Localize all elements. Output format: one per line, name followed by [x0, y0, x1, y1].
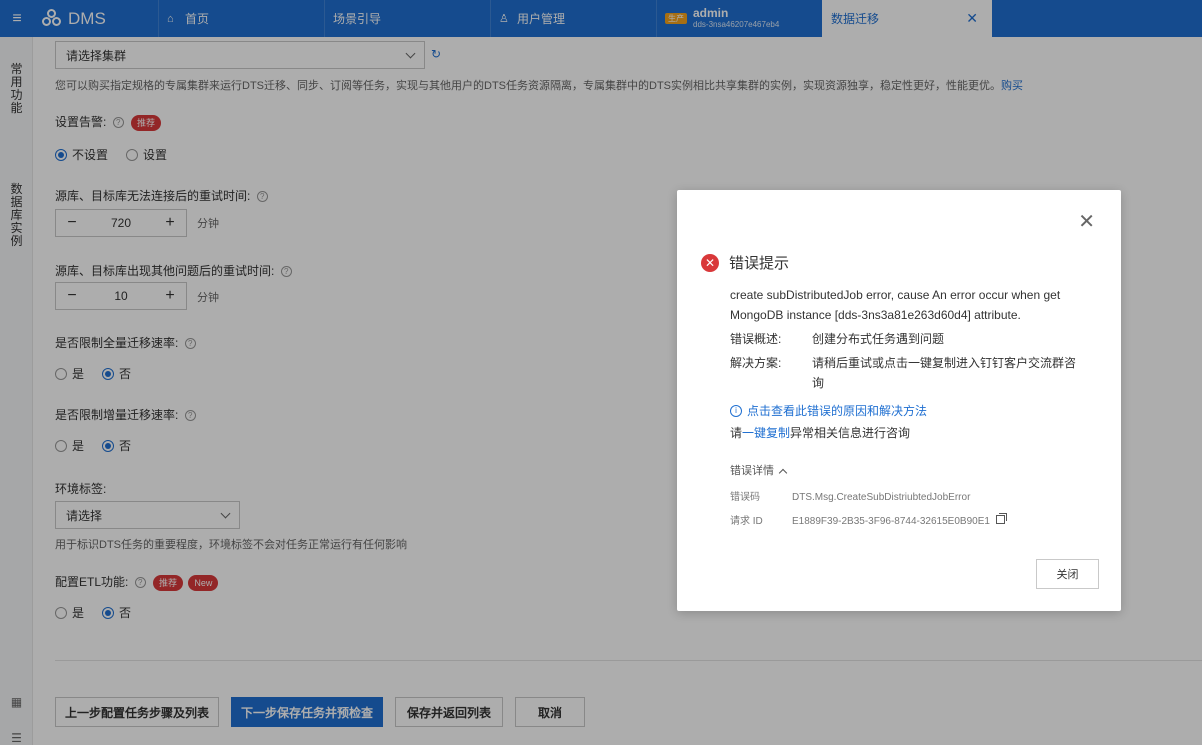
request-id-row: 请求 ID E1889F39-2B35-3F96-8744-32615E0B90… — [730, 513, 1080, 529]
help-link[interactable]: i 点击查看此错误的原因和解决方法 — [730, 401, 1080, 421]
solution-label: 解决方案: — [730, 356, 782, 370]
copy-suffix: 异常相关信息进行咨询 — [790, 426, 911, 440]
copy-info-row: 请一键复制异常相关信息进行咨询 — [730, 423, 1080, 443]
error-message: create subDistributedJob error, cause An… — [730, 288, 1061, 322]
copy-icon[interactable] — [995, 513, 1007, 524]
request-id-label: 请求 ID — [730, 516, 763, 527]
error-details-toggle[interactable]: 错误详情 — [730, 461, 1080, 481]
one-click-copy-link[interactable]: 一键复制 — [742, 426, 790, 440]
error-dialog-header: ✕ 错误提示 — [701, 252, 789, 273]
error-icon: ✕ — [701, 253, 719, 272]
error-dialog: ✕ ✕ 错误提示 create subDistributedJob error,… — [677, 190, 1121, 611]
dialog-close-button[interactable]: 关闭 — [1036, 559, 1099, 589]
error-code-label: 错误码 — [730, 492, 760, 503]
solution-value: 请稍后重试或点击一键复制进入钉钉客户交流群咨询 — [812, 356, 1077, 390]
error-summary-row: 错误概述: 创建分布式任务遇到问题 — [730, 329, 1080, 349]
solution-row: 解决方案: 请稍后重试或点击一键复制进入钉钉客户交流群咨询 — [730, 353, 1080, 393]
help-link-label: 点击查看此错误的原因和解决方法 — [747, 404, 928, 418]
error-dialog-body: create subDistributedJob error, cause An… — [730, 285, 1080, 529]
close-icon[interactable]: ✕ — [1078, 212, 1095, 232]
info-icon: i — [730, 405, 742, 417]
error-code-value: DTS.Msg.CreateSubDistriubtedJobError — [792, 492, 971, 503]
error-summary-label: 错误概述: — [730, 332, 782, 346]
error-code-row: 错误码 DTS.Msg.CreateSubDistriubtedJobError — [730, 491, 1080, 505]
copy-prefix: 请 — [730, 426, 743, 440]
error-dialog-title: 错误提示 — [729, 255, 790, 272]
request-id-value: E1889F39-2B35-3F96-8744-32615E0B90E1 — [792, 516, 990, 527]
error-summary-value: 创建分布式任务遇到问题 — [812, 332, 945, 346]
error-details-label: 错误详情 — [730, 465, 774, 477]
chevron-up-icon — [778, 468, 788, 477]
